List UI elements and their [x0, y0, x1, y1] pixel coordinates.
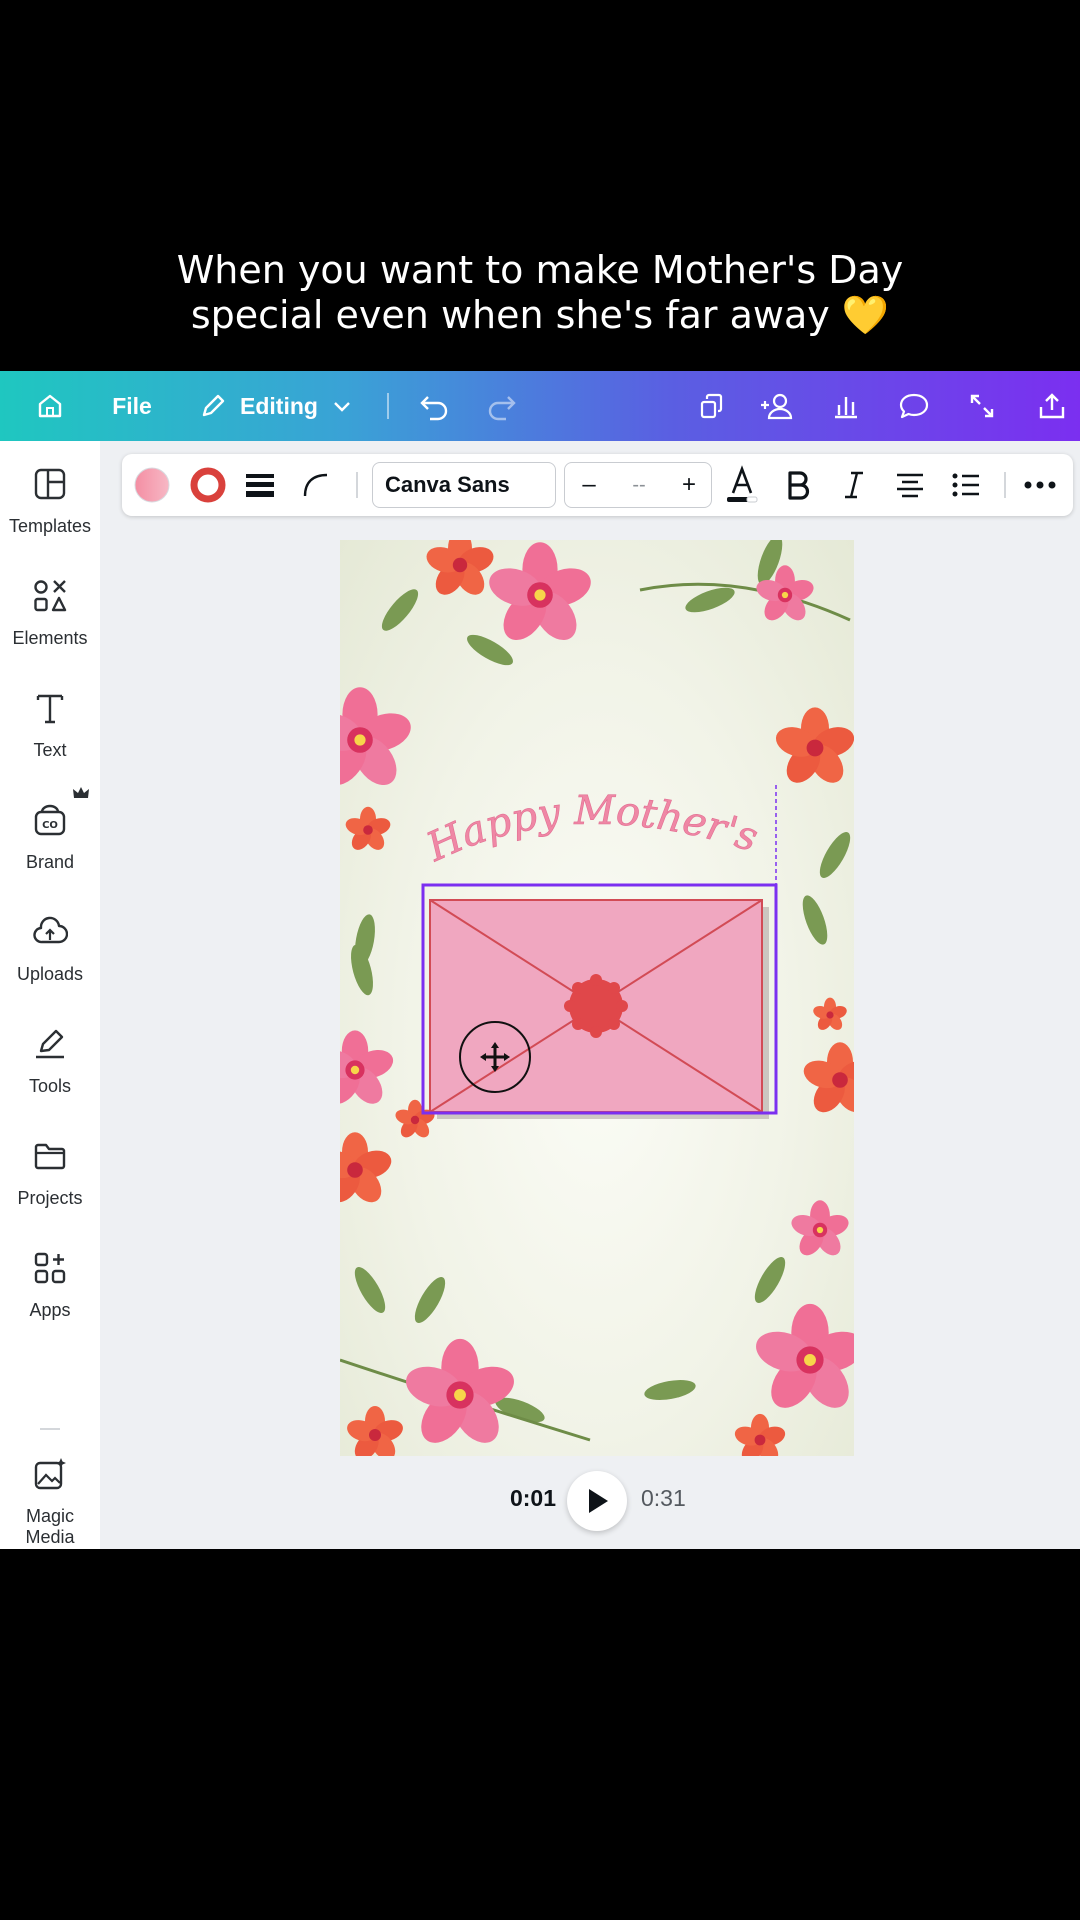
- pencil-icon: [202, 394, 225, 417]
- copy-stack-icon: [700, 393, 723, 419]
- stroke-color-ring-icon: [190, 467, 226, 503]
- insights-button[interactable]: [826, 371, 866, 441]
- sidebar-item-apps[interactable]: Apps: [0, 1240, 100, 1340]
- stroke-color-button[interactable]: [188, 454, 228, 516]
- bullet-list-button[interactable]: [948, 454, 984, 516]
- sidebar-item-elements[interactable]: Elements: [0, 568, 100, 668]
- sidebar-item-projects[interactable]: Projects: [0, 1128, 100, 1228]
- home-button[interactable]: [30, 371, 70, 441]
- floral-illustration: Happy Mother's Day!: [340, 540, 854, 1456]
- total-time: 0:31: [641, 1485, 686, 1511]
- upload-share-icon: [1039, 393, 1065, 419]
- text-icon: [36, 694, 64, 724]
- sidebar-item-label: Templates: [8, 516, 92, 536]
- fill-color-button[interactable]: [132, 454, 172, 516]
- file-menu[interactable]: File: [110, 371, 154, 441]
- italic-button[interactable]: [836, 454, 872, 516]
- text-toolbar: Canva Sans – -- +: [122, 454, 1073, 516]
- sidebar-divider: [40, 1428, 60, 1430]
- design-canvas[interactable]: Happy Mother's Day!: [340, 540, 854, 1456]
- share-collaborate-button[interactable]: [756, 371, 800, 441]
- editing-label: Editing: [240, 392, 318, 419]
- brand-icon: CO: [34, 804, 66, 836]
- chevron-down-icon: [334, 402, 350, 412]
- more-horizontal-icon: [1024, 481, 1056, 489]
- sidebar-item-brand[interactable]: CO Brand: [0, 787, 100, 892]
- comments-button[interactable]: [894, 371, 934, 441]
- bold-button[interactable]: [780, 454, 816, 516]
- crown-icon: [73, 787, 89, 798]
- apps-grid-icon: [34, 1252, 66, 1284]
- caption-line-1: When you want to make Mother's Day: [176, 248, 904, 292]
- export-button[interactable]: [1032, 371, 1072, 441]
- undo-button[interactable]: [414, 371, 454, 441]
- fill-color-swatch-icon: [134, 467, 170, 503]
- resize-button[interactable]: [692, 371, 732, 441]
- redo-icon: [488, 396, 516, 421]
- sidebar-item-text[interactable]: Text: [0, 680, 100, 780]
- sidebar-item-label: Elements: [12, 628, 88, 648]
- cloud-upload-icon: [33, 916, 68, 944]
- text-color-icon: [727, 465, 758, 503]
- undo-icon: [420, 396, 448, 421]
- toolbar-divider: [1004, 472, 1006, 498]
- add-people-icon: [761, 393, 793, 420]
- font-size-control: – -- +: [564, 462, 712, 508]
- templates-icon: [34, 468, 66, 500]
- sidebar-item-label: Tools: [28, 1076, 72, 1096]
- playback-controls: 0:01 0:31: [0, 1471, 1080, 1531]
- left-sidebar: Templates Elements Text CO Brand Uploads…: [0, 441, 100, 1549]
- text-color-button[interactable]: [722, 454, 762, 516]
- topbar-divider: [387, 393, 389, 419]
- more-options-button[interactable]: [1020, 454, 1060, 516]
- editing-mode-dropdown[interactable]: Editing: [198, 371, 358, 441]
- align-center-button[interactable]: [892, 454, 928, 516]
- decrease-font-size-button[interactable]: –: [575, 463, 603, 507]
- sidebar-item-label: Apps: [29, 1300, 71, 1320]
- sidebar-item-label: Text: [33, 740, 67, 760]
- sidebar-item-label: Brand: [25, 852, 75, 872]
- italic-icon: [845, 471, 863, 499]
- top-bar: File Editing: [0, 371, 1080, 441]
- line-weight-icon: [246, 474, 274, 497]
- canva-editor: File Editing Templates Elements Text CO …: [0, 371, 1080, 1549]
- curve-button[interactable]: [298, 454, 334, 516]
- expand-icon: [970, 394, 994, 418]
- sidebar-item-uploads[interactable]: Uploads: [0, 904, 100, 1004]
- home-icon: [38, 394, 62, 418]
- increase-font-size-button[interactable]: +: [675, 463, 703, 507]
- caption-line-2: special even when she's far away 💛: [190, 293, 890, 337]
- fullscreen-button[interactable]: [962, 371, 1002, 441]
- sidebar-item-label: Projects: [17, 1188, 83, 1208]
- sidebar-item-label: Uploads: [16, 964, 84, 984]
- elements-icon: [34, 580, 67, 612]
- toolbar-divider: [356, 472, 358, 498]
- play-button[interactable]: [567, 1471, 627, 1531]
- current-time: 0:01: [509, 1485, 556, 1511]
- folder-icon: [34, 1143, 66, 1170]
- font-family-dropdown[interactable]: Canva Sans: [372, 462, 556, 508]
- svg-text:CO: CO: [42, 820, 58, 831]
- bold-icon: [788, 471, 810, 500]
- play-icon: [589, 1489, 608, 1513]
- curve-icon: [303, 473, 328, 497]
- line-weight-button[interactable]: [242, 454, 278, 516]
- sidebar-item-tools[interactable]: Tools: [0, 1016, 100, 1116]
- redo-button[interactable]: [482, 371, 522, 441]
- font-size-input[interactable]: --: [611, 463, 667, 507]
- sidebar-item-templates[interactable]: Templates: [0, 456, 100, 556]
- bar-chart-icon: [835, 397, 857, 419]
- video-caption: When you want to make Mother's Day speci…: [0, 248, 1080, 338]
- align-center-icon: [897, 473, 923, 498]
- comment-icon: [899, 393, 929, 419]
- tools-pen-icon: [36, 1029, 64, 1059]
- bullet-list-icon: [952, 473, 979, 497]
